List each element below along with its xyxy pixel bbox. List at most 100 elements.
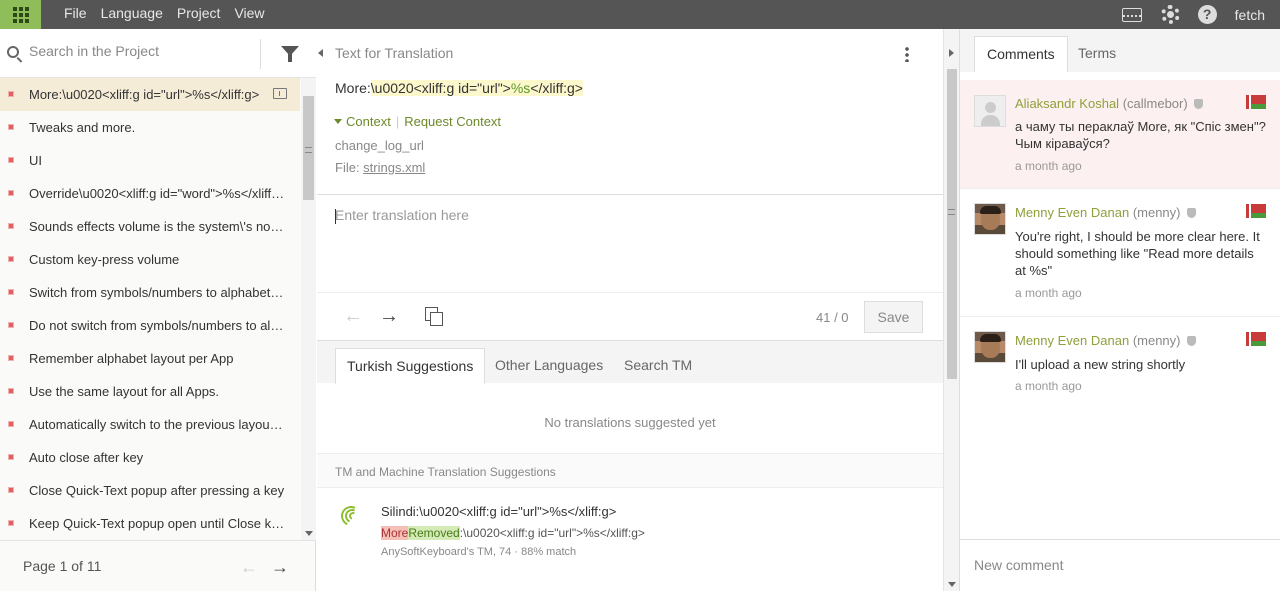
tab-comments[interactable]: Comments	[974, 36, 1068, 72]
scrollbar-thumb[interactable]	[947, 69, 957, 379]
next-page-arrow-icon[interactable]: →	[271, 558, 289, 576]
more-options-icon[interactable]	[905, 46, 909, 62]
string-item[interactable]: Use the same layout for all Apps.	[0, 375, 300, 408]
scrollbar-grip-icon	[305, 147, 312, 153]
request-context-link[interactable]: Request Context	[404, 114, 501, 129]
flag-icon	[1246, 204, 1266, 218]
user-menu[interactable]: fetch	[1235, 7, 1265, 23]
editor-scrollbar[interactable]	[943, 29, 959, 591]
context-separator: |	[395, 114, 400, 129]
new-comment-input[interactable]	[974, 557, 1264, 573]
source-string: More:\u0020<xliff:g id="url">%s</xliff:g…	[335, 80, 583, 96]
prev-string-arrow-icon[interactable]: ←	[343, 306, 363, 326]
right-tabs: Comments Terms	[960, 29, 1280, 72]
context-toggle[interactable]: Context	[346, 114, 391, 129]
string-item[interactable]: Custom key-press volume	[0, 243, 300, 276]
string-item-text: Switch from symbols/numbers to alphabet …	[29, 285, 300, 300]
string-item-text: More:\u0020<xliff:g id="url">%s</xliff:g…	[29, 87, 260, 102]
string-item-text: Close Quick-Text popup after pressing a …	[29, 483, 285, 498]
top-bar: File Language Project View ? fetch	[0, 0, 1280, 29]
gear-icon[interactable]	[1160, 5, 1180, 24]
diff-inserted: Removed	[408, 526, 460, 540]
untranslated-dot-icon	[8, 190, 14, 196]
string-list: More:\u0020<xliff:g id="url">%s</xliff:g…	[0, 78, 300, 540]
pager: Page 1 of 11 ← →	[0, 540, 316, 591]
string-item-text: Override\u0020<xliff:g id="word">%s</xli…	[29, 186, 290, 201]
tab-terms[interactable]: Terms	[1066, 36, 1128, 72]
untranslated-dot-icon	[8, 487, 14, 493]
comment-handle: (menny)	[1132, 333, 1181, 348]
string-item-text: Auto close after key	[29, 450, 144, 465]
string-item[interactable]: UI	[0, 144, 300, 177]
untranslated-dot-icon	[8, 355, 14, 361]
source-tag-open: <xliff:g id="url">	[413, 80, 511, 96]
comment-author[interactable]: Menny Even Danan (menny)	[1015, 333, 1196, 348]
help-icon[interactable]: ?	[1197, 5, 1217, 24]
strings-panel: More:\u0020<xliff:g id="url">%s</xliff:g…	[0, 29, 316, 591]
scrollbar-grip-icon	[948, 209, 955, 215]
shield-icon	[1186, 208, 1196, 218]
comment-time: a month ago	[1015, 286, 1082, 300]
keyboard-icon[interactable]	[1121, 7, 1142, 22]
file-info: File: strings.xml	[335, 160, 425, 175]
string-item[interactable]: Switch from symbols/numbers to alphabet …	[0, 276, 300, 309]
search-icon	[7, 46, 19, 58]
string-item[interactable]: Auto close after key	[0, 441, 300, 474]
file-link[interactable]: strings.xml	[363, 160, 425, 175]
copy-source-icon[interactable]	[425, 307, 443, 326]
string-item[interactable]: More:\u0020<xliff:g id="url">%s</xliff:g…	[0, 78, 300, 111]
shield-icon	[1193, 99, 1203, 109]
save-button[interactable]: Save	[864, 301, 923, 333]
translation-input[interactable]	[335, 207, 925, 287]
scroll-down-icon[interactable]	[305, 531, 313, 536]
menu-language[interactable]: Language	[101, 0, 177, 29]
menu-view[interactable]: View	[234, 0, 278, 29]
shield-icon	[1186, 336, 1196, 346]
comment-author-name: Aliaksandr Koshal	[1015, 96, 1120, 111]
string-item[interactable]: Override\u0020<xliff:g id="word">%s</xli…	[0, 177, 300, 210]
string-item[interactable]: Tweaks and more.	[0, 111, 300, 144]
new-comment-box	[960, 539, 1280, 591]
string-item-text: Automatically switch to the previous lay…	[29, 417, 300, 432]
string-list-scrollbar[interactable]	[301, 78, 316, 540]
comment-author-name: Menny Even Danan	[1015, 333, 1130, 348]
tab-search-tm[interactable]: Search TM	[613, 348, 703, 384]
comment-handle: (callmebor)	[1122, 96, 1188, 111]
comment-text: I'll upload a new string shortly	[1015, 357, 1186, 372]
tm-suggestion-text[interactable]: Silindi:\u0020<xliff:g id="url">%s</xlif…	[381, 504, 616, 519]
untranslated-dot-icon	[8, 454, 14, 460]
comment-time: a month ago	[1015, 379, 1082, 393]
untranslated-dot-icon	[8, 421, 14, 427]
context-row: Context | Request Context	[334, 114, 501, 129]
avatar	[974, 331, 1006, 363]
tab-turkish-suggestions[interactable]: Turkish Suggestions	[335, 348, 486, 384]
filter-icon[interactable]	[281, 46, 299, 62]
collapse-left-icon[interactable]	[318, 49, 323, 57]
string-item[interactable]: Do not switch from symbols/numbers to al…	[0, 309, 300, 342]
string-item-text: Remember alphabet layout per App	[29, 351, 234, 366]
search-divider	[260, 39, 261, 69]
comment-author[interactable]: Menny Even Danan (menny)	[1015, 205, 1196, 220]
string-item[interactable]: Keep Quick-Text popup open until Close k…	[0, 507, 300, 540]
string-item-text: Tweaks and more.	[29, 120, 136, 135]
untranslated-dot-icon	[8, 256, 14, 262]
tab-other-languages[interactable]: Other Languages	[484, 348, 614, 384]
no-suggestions-text: No translations suggested yet	[544, 415, 716, 430]
comments-panel: Comments Terms Aliaksandr Koshal (callme…	[959, 29, 1280, 591]
string-item[interactable]: Close Quick-Text popup after pressing a …	[0, 474, 300, 507]
string-item[interactable]: Sounds effects volume is the system\'s n…	[0, 210, 300, 243]
prev-page-arrow-icon[interactable]: ←	[240, 558, 258, 576]
menu-project[interactable]: Project	[177, 0, 235, 29]
comment-author[interactable]: Aliaksandr Koshal (callmebor)	[1015, 96, 1203, 111]
string-item-text: Use the same layout for all Apps.	[29, 384, 220, 399]
comment-text: а чаму ты пераклаў More, як "Спіс змен"?…	[1015, 119, 1266, 151]
string-item[interactable]: Automatically switch to the previous lay…	[0, 408, 300, 441]
search-input[interactable]	[29, 43, 249, 59]
string-item[interactable]: Remember alphabet layout per App	[0, 342, 300, 375]
collapse-right-icon[interactable]	[949, 49, 954, 57]
next-string-arrow-icon[interactable]: →	[379, 306, 399, 326]
main-menu: File Language Project View	[41, 0, 279, 29]
scroll-down-icon[interactable]	[948, 582, 956, 587]
apps-menu-button[interactable]	[0, 0, 41, 29]
menu-file[interactable]: File	[41, 0, 101, 29]
